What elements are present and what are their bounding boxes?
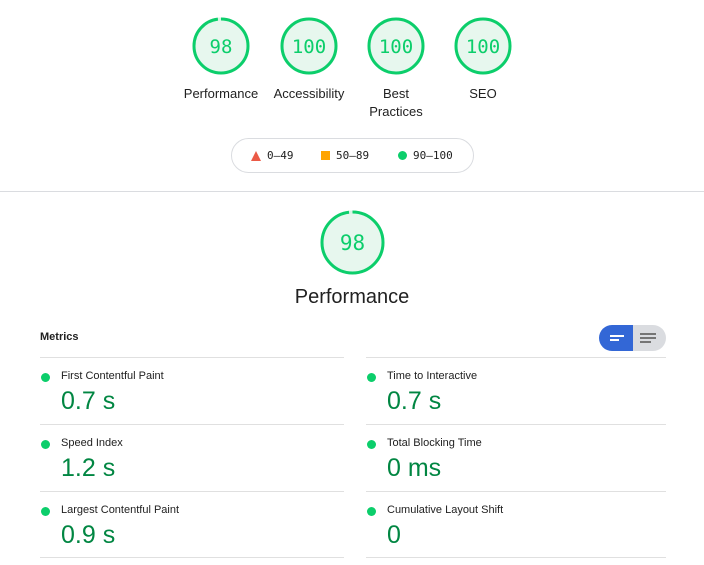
metric-title: Largest Contentful Paint — [61, 504, 180, 516]
gauge-label-line: Performance — [183, 86, 259, 101]
metric-title: Total Blocking Time — [387, 437, 482, 449]
gauge-score: 100 — [379, 36, 413, 58]
gauge-label-line: Best — [382, 86, 409, 101]
metrics-column-right: Time to Interactive 0.7 s Total Blocking… — [366, 357, 666, 558]
gauge-ring-icon: 100 — [280, 17, 338, 75]
lines-icon[interactable] — [599, 325, 633, 351]
metric-value: 0.7 s — [61, 387, 116, 415]
gauge-score: 98 — [210, 36, 233, 58]
gauge-accessibility[interactable]: 100 Accessibility — [259, 16, 359, 103]
metric-first-contentful-paint: First Contentful Paint 0.7 s — [40, 357, 344, 424]
legend-fail: 0–49 — [251, 139, 294, 172]
metric-title: Time to Interactive — [387, 370, 478, 382]
metric-value: 0 ms — [387, 454, 442, 482]
score-scale-legend: 0–49 50–89 90–100 — [231, 138, 474, 173]
legend-average: 50–89 — [321, 139, 369, 172]
gauge-label: Best Practices — [346, 85, 446, 121]
triangle-icon — [251, 150, 261, 161]
gauge-score: 100 — [466, 36, 500, 58]
metrics-column-left: First Contentful Paint 0.7 s Speed Index… — [40, 357, 344, 558]
legend-fail-label: 0–49 — [267, 149, 294, 162]
metric-largest-contentful-paint: Largest Contentful Paint 0.9 s — [40, 491, 344, 558]
gauge-score: 100 — [292, 36, 326, 58]
legend-pass-label: 90–100 — [413, 149, 453, 162]
metric-value: 0.9 s — [61, 521, 116, 549]
gauge-label: Accessibility — [259, 85, 359, 103]
metric-title: Speed Index — [61, 437, 123, 449]
gauge-ring-icon: 98 — [320, 210, 385, 275]
metric-value: 1.2 s — [61, 454, 116, 482]
performance-score: 98 — [340, 231, 365, 255]
pass-dot-icon — [367, 507, 376, 516]
performance-gauge: 98 — [319, 209, 386, 281]
list-icon[interactable] — [633, 325, 666, 351]
legend-average-label: 50–89 — [336, 149, 370, 162]
pass-dot-icon — [41, 507, 50, 516]
gauge-best-practices[interactable]: 100 Best Practices — [346, 16, 446, 121]
gauge-performance[interactable]: 98 Performance — [171, 16, 271, 103]
metrics-view-toggle[interactable] — [599, 325, 666, 351]
metric-value: 0 — [387, 521, 401, 549]
gauge-label-line: SEO — [469, 86, 497, 101]
metric-title: Cumulative Layout Shift — [387, 504, 504, 516]
legend-pass: 90–100 — [398, 139, 453, 172]
gauge-seo[interactable]: 100 SEO — [433, 16, 533, 103]
circle-icon — [398, 151, 407, 160]
metric-value: 0.7 s — [387, 387, 442, 415]
gauge-label: SEO — [433, 85, 533, 103]
metrics-heading: Metrics — [40, 331, 79, 343]
gauge-ring-icon: 100 — [454, 17, 512, 75]
metric-title: First Contentful Paint — [61, 370, 164, 382]
square-icon — [321, 151, 330, 160]
gauge-ring-icon: 98 — [192, 17, 250, 75]
metric-time-to-interactive: Time to Interactive 0.7 s — [366, 357, 666, 424]
metric-cumulative-layout-shift: Cumulative Layout Shift 0 — [366, 491, 666, 558]
metric-total-blocking-time: Total Blocking Time 0 ms — [366, 424, 666, 491]
performance-title: Performance — [294, 286, 410, 308]
pass-dot-icon — [367, 373, 376, 382]
metric-speed-index: Speed Index 1.2 s — [40, 424, 344, 491]
pass-dot-icon — [41, 440, 50, 449]
pass-dot-icon — [367, 440, 376, 449]
gauge-label: Performance — [171, 85, 271, 103]
section-divider — [0, 191, 704, 192]
category-gauges: 98 Performance 100 Accessibility 100 Bes… — [0, 16, 704, 126]
gauge-ring-icon: 100 — [367, 17, 425, 75]
pass-dot-icon — [41, 373, 50, 382]
gauge-label-line: Practices — [369, 104, 423, 119]
gauge-label-line: Accessibility — [273, 86, 345, 101]
